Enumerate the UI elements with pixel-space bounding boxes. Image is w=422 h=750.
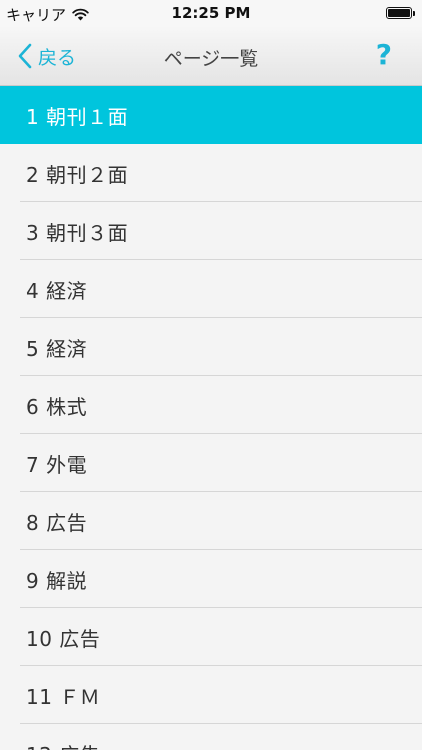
page-list-item[interactable]: 6 株式 [0,376,422,434]
page-list-item[interactable]: 1 朝刊１面 [0,86,422,144]
page-item-label: 8 広告 [26,510,88,535]
page-item-label: 5 経済 [26,336,88,361]
page-item-label: 10 広告 [26,626,101,651]
page-item-label: 11 ＦＭ [26,684,101,709]
page-item-label: 1 朝刊１面 [26,104,129,129]
status-time: 12:25 PM [171,4,251,22]
page-list-item[interactable]: 11 ＦＭ [0,666,422,724]
page-item-label: 4 経済 [26,278,88,303]
page-list: 1 朝刊１面 2 朝刊２面 3 朝刊３面 4 経済 5 経済 6 株式 7 外電 8 広告 9 … [0,86,422,750]
page-list-item[interactable]: 9 解説 [0,550,422,608]
page-item-label: 6 株式 [26,394,88,419]
nav-bar: 戻る ページ一覧 ? [0,26,422,86]
status-bar: キャリア 12:25 PM [0,0,422,26]
page-list-item[interactable]: 8 広告 [0,492,422,550]
battery-fill [388,9,410,17]
page-item-label: 3 朝刊３面 [26,220,129,245]
page-list-item[interactable]: 4 経済 [0,260,422,318]
page-item-label: 7 外電 [26,452,88,477]
page-item-label: 12 広告 [26,739,100,750]
page-item-label: 9 解説 [26,568,88,593]
page-list-item[interactable]: 2 朝刊２面 [0,144,422,202]
page-title: ページ一覧 [163,48,259,70]
page-list-item[interactable]: 3 朝刊３面 [0,202,422,260]
page-item-label: 2 朝刊２面 [26,162,129,187]
screen: キャリア 12:25 PM 戻る ページ一覧 ? 1 朝刊１面 2 朝刊２面 3 朝… [0,0,422,750]
page-list-item[interactable]: 10 広告 [0,608,422,666]
page-list-item[interactable]: 5 経済 [0,318,422,376]
battery-icon [386,7,415,19]
help-button[interactable]: ? [376,38,392,71]
page-list-item[interactable]: 7 外電 [0,434,422,492]
page-list-item[interactable]: 12 広告 [0,724,422,750]
